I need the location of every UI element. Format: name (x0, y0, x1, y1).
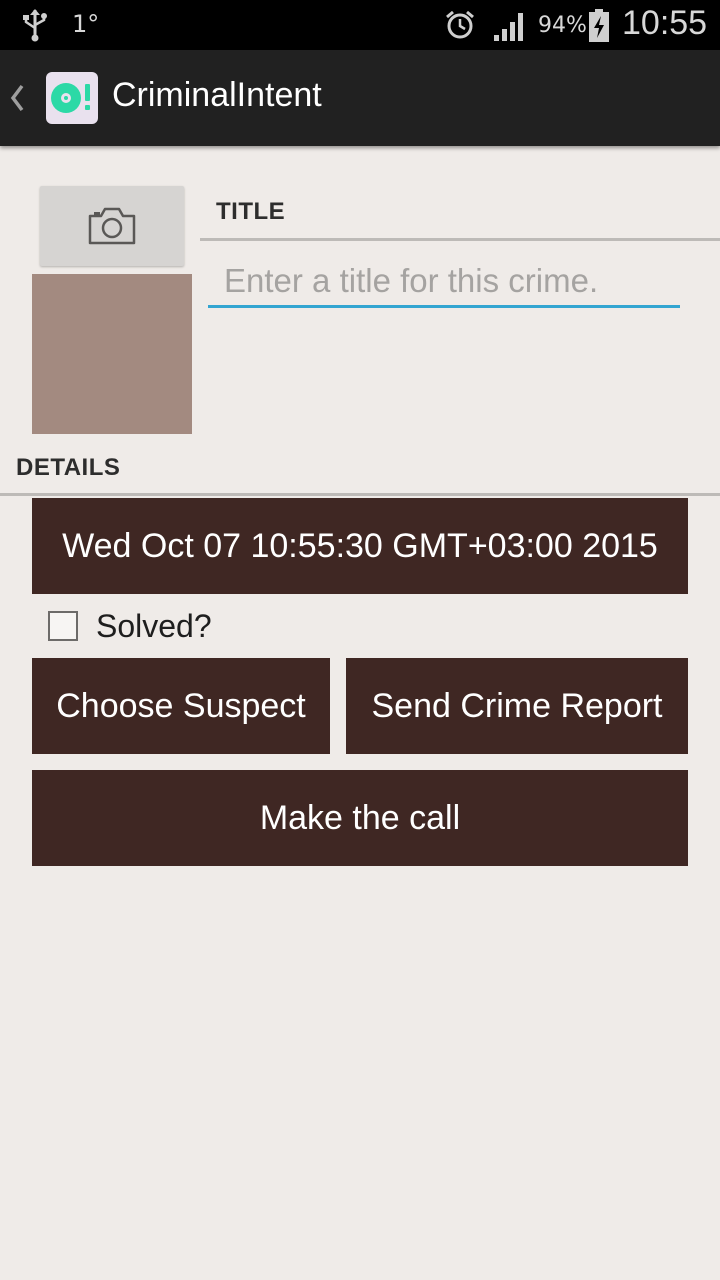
temperature-text: 1° (72, 10, 100, 38)
usb-icon (23, 9, 47, 42)
crime-title-field[interactable] (208, 256, 680, 308)
status-bar: 1° 94% 10:55 (0, 0, 720, 50)
app-icon[interactable] (46, 72, 98, 124)
alarm-icon (446, 10, 474, 39)
make-call-button[interactable]: Make the call (32, 770, 688, 866)
crime-photo[interactable] (32, 274, 192, 434)
clock-text: 10:55 (622, 4, 708, 42)
crime-date-button[interactable]: Wed Oct 07 10:55:30 GMT+03:00 2015 (32, 498, 688, 594)
action-bar: CriminalIntent (0, 50, 720, 146)
solved-checkbox[interactable] (48, 611, 78, 641)
details-header: DETAILS (16, 454, 121, 481)
camera-icon (88, 207, 136, 245)
signal-icon (494, 13, 523, 41)
title-header: TITLE (216, 198, 286, 225)
app-title: CriminalIntent (112, 76, 322, 114)
battery-percent-text: 94% (538, 13, 587, 38)
solved-label: Solved? (96, 608, 212, 644)
solved-checkbox-row[interactable]: Solved? (46, 608, 346, 648)
send-crime-report-button[interactable]: Send Crime Report (346, 658, 688, 754)
battery-charging-icon (589, 9, 609, 42)
app-logo-icon (51, 83, 90, 113)
title-divider (200, 238, 720, 241)
camera-button[interactable] (40, 186, 184, 266)
choose-suspect-button[interactable]: Choose Suspect (32, 658, 330, 754)
up-caret-icon[interactable] (8, 82, 26, 114)
details-divider (0, 493, 720, 496)
